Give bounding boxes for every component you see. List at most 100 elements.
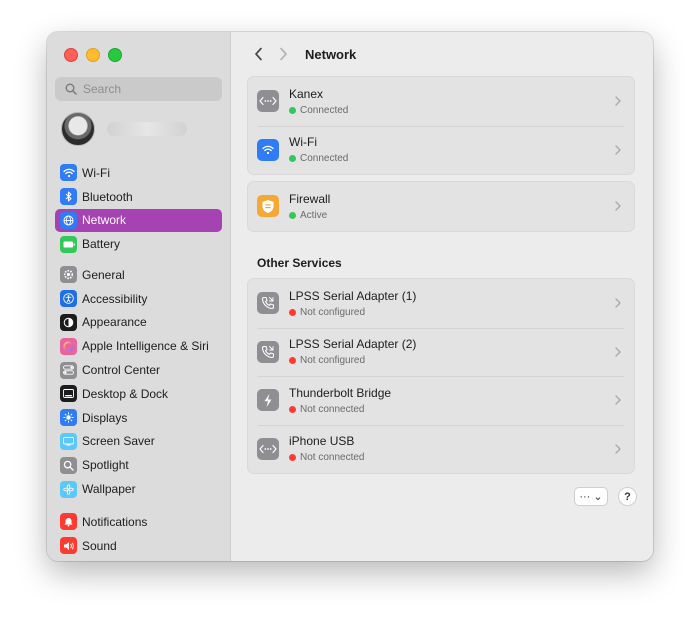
- bluetooth-icon: [60, 188, 77, 206]
- service-name: iPhone USB: [289, 434, 355, 449]
- service-row-lpss-serial-adapter-1[interactable]: LPSS Serial Adapter (1) Not configured: [248, 279, 634, 328]
- sidebar-item-battery[interactable]: Battery: [55, 232, 222, 256]
- settings-window: Wi-Fi Bluetooth Network Battery General Acces…: [47, 32, 653, 561]
- service-text: LPSS Serial Adapter (1) Not configured: [289, 289, 608, 318]
- service-status-label: Not connected: [300, 452, 365, 464]
- battery-icon: [60, 235, 77, 253]
- sidebar-item-label: General: [82, 267, 125, 282]
- chevron-left-icon: [255, 47, 262, 61]
- service-status-label: Not configured: [300, 306, 366, 318]
- chevron-right-icon: [608, 344, 628, 360]
- wifi-icon: [257, 138, 279, 161]
- sidebar-item-label: Displays: [82, 410, 128, 425]
- avatar[interactable]: [61, 112, 95, 146]
- apple-account-profile[interactable]: [61, 112, 187, 146]
- main-pane: Network Kanex Connected Wi-Fi Connected Fir…: [231, 32, 653, 561]
- search-icon: [61, 83, 81, 95]
- sidebar-item-displays[interactable]: Displays: [55, 406, 222, 430]
- status-dot: [289, 308, 296, 316]
- sidebar-item-label: Accessibility: [82, 291, 148, 306]
- service-status: Active: [289, 210, 608, 221]
- sidebar-item-label: Bluetooth: [82, 189, 133, 204]
- service-text: Wi-Fi Connected: [289, 135, 608, 164]
- globe-icon: [60, 211, 77, 229]
- status-dot: [289, 405, 296, 413]
- sidebar-item-label: Sound: [82, 538, 117, 553]
- service-row-firewall[interactable]: Firewall Active: [248, 182, 634, 231]
- connected-services-group: Kanex Connected Wi-Fi Connected: [247, 76, 635, 175]
- search-field[interactable]: [55, 77, 222, 101]
- service-status: Connected: [289, 153, 608, 164]
- ethernet-icon: [257, 437, 279, 460]
- sidebar-item-apple-intelligence-siri[interactable]: Apple Intelligence & Siri: [55, 334, 222, 358]
- thunderbolt-icon: [257, 389, 279, 412]
- service-text: iPhone USB Not connected: [289, 434, 608, 463]
- sidebar-item-label: Wallpaper: [82, 482, 136, 497]
- status-dot: [289, 454, 296, 462]
- sidebar-item-general[interactable]: General: [55, 263, 222, 287]
- window-controls: [64, 48, 122, 62]
- sidebar-item-spotlight[interactable]: Spotlight: [55, 453, 222, 477]
- sun-icon: [60, 409, 77, 427]
- search-input[interactable]: [83, 82, 213, 96]
- sidebar-item-screen-saver[interactable]: Screen Saver: [55, 430, 222, 454]
- status-dot: [289, 357, 296, 365]
- forward-button[interactable]: [271, 44, 295, 64]
- service-row-kanex[interactable]: Kanex Connected: [248, 77, 634, 126]
- service-row-wi-fi[interactable]: Wi-Fi Connected: [248, 125, 634, 175]
- more-actions-menu-button[interactable]: ··· ⌄: [574, 487, 608, 506]
- service-status: Not connected: [289, 452, 608, 463]
- service-row-iphone-usb[interactable]: iPhone USB Not connected: [248, 424, 634, 474]
- sidebar-item-label: Screen Saver: [82, 434, 155, 449]
- gear-icon: [60, 266, 77, 284]
- service-row-thunderbolt-bridge[interactable]: Thunderbolt Bridge Not connected: [248, 376, 634, 425]
- service-row-lpss-serial-adapter-2[interactable]: LPSS Serial Adapter (2) Not configured: [248, 327, 634, 377]
- wifi-icon: [60, 164, 77, 182]
- sidebar-item-wi-fi[interactable]: Wi-Fi: [55, 161, 222, 185]
- zoom-window-button[interactable]: [108, 48, 122, 62]
- chevron-right-icon: [608, 198, 628, 214]
- minimize-window-button[interactable]: [86, 48, 100, 62]
- chevron-right-icon: [608, 295, 628, 311]
- status-dot: [289, 106, 296, 114]
- sidebar-group-1: Wi-Fi Bluetooth Network Battery: [55, 161, 222, 256]
- status-dot: [289, 155, 296, 163]
- sidebar-group-2: General Accessibility Appearance Apple Inte…: [55, 263, 222, 501]
- service-name: LPSS Serial Adapter (1): [289, 288, 417, 303]
- sidebar-item-appearance[interactable]: Appearance: [55, 311, 222, 335]
- service-text: Firewall Active: [289, 192, 608, 221]
- sidebar-item-label: Network: [82, 213, 127, 228]
- firewall-group: Firewall Active: [247, 181, 635, 232]
- sidebar-item-label: Control Center: [82, 363, 161, 378]
- sidebar-item-notifications[interactable]: Notifications: [55, 510, 222, 534]
- sidebar-item-label: Wi-Fi: [82, 165, 110, 180]
- other-services-heading: Other Services: [257, 256, 342, 270]
- sidebar-item-sound[interactable]: Sound: [55, 534, 222, 558]
- sidebar-item-label: Spotlight: [82, 458, 129, 473]
- sidebar-item-desktop-dock[interactable]: Desktop & Dock: [55, 382, 222, 406]
- phone-icon: [257, 292, 279, 315]
- service-status-label: Active: [300, 209, 328, 221]
- service-status: Not configured: [289, 307, 608, 318]
- sidebar-group-3: Notifications Sound: [55, 510, 222, 558]
- service-status: Connected: [289, 105, 608, 116]
- sidebar-item-network[interactable]: Network: [55, 208, 222, 233]
- ethernet-icon: [257, 90, 279, 113]
- sidebar-item-bluetooth[interactable]: Bluetooth: [55, 185, 222, 209]
- service-name: Firewall: [289, 191, 331, 206]
- screen-saver-icon: [60, 432, 77, 450]
- close-window-button[interactable]: [64, 48, 78, 62]
- chevron-right-icon: [608, 392, 628, 408]
- chevron-right-icon: [608, 93, 628, 109]
- toolbar: Network: [247, 44, 356, 64]
- sidebar-item-wallpaper[interactable]: Wallpaper: [55, 477, 222, 501]
- back-button[interactable]: [247, 44, 271, 64]
- sidebar-item-control-center[interactable]: Control Center: [55, 358, 222, 382]
- speaker-icon: [60, 537, 77, 555]
- siri-icon: [60, 337, 77, 355]
- sidebar-item-accessibility[interactable]: Accessibility: [55, 287, 222, 311]
- help-button[interactable]: ?: [618, 487, 637, 506]
- phone-icon: [257, 340, 279, 363]
- dock-icon: [60, 385, 77, 403]
- service-text: Kanex Connected: [289, 87, 608, 116]
